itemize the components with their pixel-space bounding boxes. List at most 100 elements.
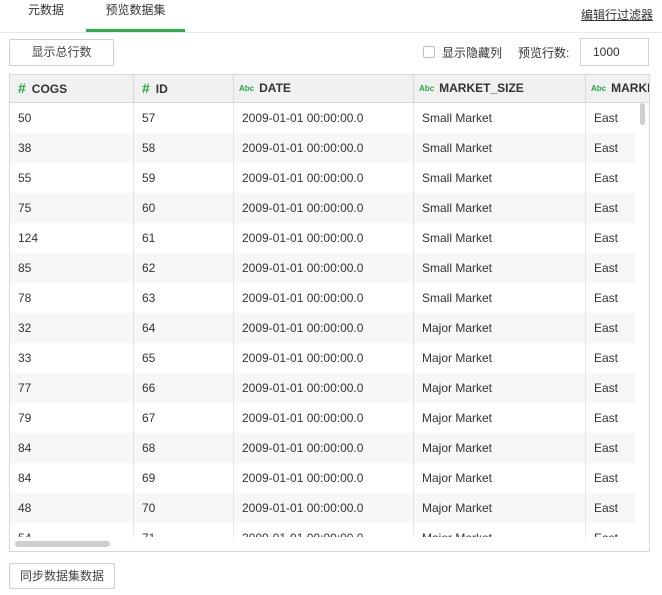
string-type-icon: Abc — [591, 84, 607, 93]
column-name: MARKE — [611, 81, 649, 95]
table-row[interactable]: 32 64 2009-01-01 00:00:00.0 Major Market Eas… — [10, 313, 635, 343]
table-cell: Small Market — [414, 283, 586, 313]
horizontal-scrollbar[interactable] — [15, 541, 110, 547]
show-hidden-columns-label: 显示隐藏列 — [442, 45, 503, 60]
table-cell: 2009-01-01 00:00:00.0 — [234, 403, 414, 433]
table-cell: 2009-01-01 00:00:00.0 — [234, 493, 414, 523]
table-cell: East — [594, 351, 619, 365]
table-cell: 2009-01-01 00:00:00.0 — [234, 463, 414, 493]
table-cell: 2009-01-01 00:00:00.0 — [234, 343, 414, 373]
table-cell: 54 — [10, 523, 134, 537]
table-cell: 2009-01-01 00:00:00.0 — [234, 433, 414, 463]
table-cell: 59 — [134, 163, 234, 193]
table-row[interactable]: 84 68 2009-01-01 00:00:00.0 Major Market Eas… — [10, 433, 635, 463]
table-row[interactable]: 78 63 2009-01-01 00:00:00.0 Small Market Eas… — [10, 283, 635, 313]
table-cell: East — [594, 411, 619, 425]
tab-bar: 元数据 预览数据集 编辑行过滤器 — [0, 0, 662, 32]
sync-dataset-button[interactable]: 同步数据集数据 — [9, 563, 115, 589]
table-cell: 2009-01-01 00:00:00.0 — [234, 283, 414, 313]
table-cell: 68 — [134, 433, 234, 463]
table-cell: East — [594, 381, 619, 395]
table-cell: East — [594, 321, 619, 335]
column-name: COGS — [31, 82, 68, 96]
table-cell: 2009-01-01 00:00:00.0 — [234, 163, 414, 193]
table-cell: 60 — [134, 193, 234, 223]
table-cell: Small Market — [414, 133, 586, 163]
column-header-cogs[interactable]: # COGS — [10, 75, 134, 102]
table-cell: Small Market — [414, 163, 586, 193]
table-cell: East — [594, 201, 619, 215]
table-cell: East — [594, 171, 619, 185]
table-cell: Small Market — [414, 253, 586, 283]
data-preview-table: # COGS # ID Abc DATE Abc MARKET_SIZE Abc MARK… — [9, 74, 650, 552]
table-cell: Major Market — [414, 373, 586, 403]
table-header: # COGS # ID Abc DATE Abc MARKET_SIZE Abc MARK… — [10, 75, 649, 103]
table-cell: 77 — [10, 373, 134, 403]
table-cell: 32 — [10, 313, 134, 343]
table-cell: 33 — [10, 343, 134, 373]
table-cell: 70 — [134, 493, 234, 523]
column-header-id[interactable]: # ID — [134, 75, 234, 102]
column-name: DATE — [259, 81, 291, 95]
table-cell: 124 — [10, 223, 134, 253]
table-cell: Major Market — [414, 493, 586, 523]
preview-rows-input[interactable] — [580, 38, 649, 66]
table-cell: 2009-01-01 00:00:00.0 — [234, 373, 414, 403]
tab-metadata[interactable]: 元数据 — [16, 0, 76, 32]
table-row[interactable]: 55 59 2009-01-01 00:00:00.0 Small Market Eas… — [10, 163, 635, 193]
vertical-scrollbar[interactable] — [640, 103, 645, 125]
table-cell: 85 — [10, 253, 134, 283]
table-row[interactable]: 75 60 2009-01-01 00:00:00.0 Small Market Eas… — [10, 193, 635, 223]
table-cell: East — [594, 141, 619, 155]
table-row[interactable]: 85 62 2009-01-01 00:00:00.0 Small Market Eas… — [10, 253, 635, 283]
string-type-icon: Abc — [419, 84, 435, 93]
show-total-rows-button[interactable]: 显示总行数 — [9, 39, 114, 66]
table-cell: 2009-01-01 00:00:00.0 — [234, 193, 414, 223]
tab-preview-dataset[interactable]: 预览数据集 — [86, 0, 185, 32]
table-cell: Major Market — [414, 523, 586, 537]
number-type-icon: # — [142, 80, 150, 96]
column-header-date[interactable]: Abc DATE — [234, 75, 414, 102]
table-cell: 2009-01-01 00:00:00.0 — [234, 133, 414, 163]
table-cell: 71 — [134, 523, 234, 537]
column-name: MARKET_SIZE — [439, 81, 524, 95]
table-row[interactable]: 54712009-01-01 00:00:00.0Major MarketEas… — [10, 523, 635, 537]
table-cell: 64 — [134, 313, 234, 343]
table-row[interactable]: 84 69 2009-01-01 00:00:00.0 Major Market Eas… — [10, 463, 635, 493]
show-hidden-columns-toggle[interactable]: 显示隐藏列 — [423, 43, 502, 61]
table-row[interactable]: 48 70 2009-01-01 00:00:00.0 Major Market Eas… — [10, 493, 635, 523]
table-cell: 58 — [134, 133, 234, 163]
table-cell: 66 — [134, 373, 234, 403]
table-row[interactable]: 38 58 2009-01-01 00:00:00.0 Small Market Eas… — [10, 133, 635, 163]
table-cell: 84 — [10, 463, 134, 493]
table-cell: 2009-01-01 00:00:00.0 — [234, 313, 414, 343]
table-cell: 2009-01-01 00:00:00.0 — [234, 223, 414, 253]
table-cell: East — [594, 261, 619, 275]
edit-row-filter-link[interactable]: 编辑行过滤器 — [581, 6, 653, 23]
table-cell: Major Market — [414, 343, 586, 373]
table-row[interactable]: 79 67 2009-01-01 00:00:00.0 Major Market Eas… — [10, 403, 635, 433]
table-row[interactable]: 124 61 2009-01-01 00:00:00.0 Small Market Ea… — [10, 223, 635, 253]
table-cell: 2009-01-01 00:00:00.0 — [234, 523, 414, 537]
table-cell: 79 — [10, 403, 134, 433]
table-row[interactable]: 33 65 2009-01-01 00:00:00.0 Major Market Eas… — [10, 343, 635, 373]
table-row[interactable]: 77 66 2009-01-01 00:00:00.0 Major Market Eas… — [10, 373, 635, 403]
table-body: 50 57 2009-01-01 00:00:00.0 Small Market Eas… — [10, 103, 649, 537]
table-cell: 62 — [134, 253, 234, 283]
table-cell: East — [594, 291, 619, 305]
table-cell: 57 — [134, 103, 234, 133]
number-type-icon: # — [18, 80, 26, 96]
table-cell: East — [594, 471, 619, 485]
string-type-icon: Abc — [239, 84, 255, 93]
show-hidden-columns-checkbox[interactable] — [423, 46, 435, 58]
table-cell: Major Market — [414, 313, 586, 343]
table-cell: East — [594, 501, 619, 515]
table-cell: East — [594, 231, 619, 245]
column-header-market-size[interactable]: Abc MARKET_SIZE — [414, 75, 586, 102]
table-cell: 63 — [134, 283, 234, 313]
table-row[interactable]: 50 57 2009-01-01 00:00:00.0 Small Market Eas… — [10, 103, 635, 133]
tab-divider — [0, 32, 662, 33]
table-cell: Major Market — [414, 463, 586, 493]
table-cell: Major Market — [414, 403, 586, 433]
column-header-market[interactable]: Abc MARKE — [586, 75, 649, 102]
